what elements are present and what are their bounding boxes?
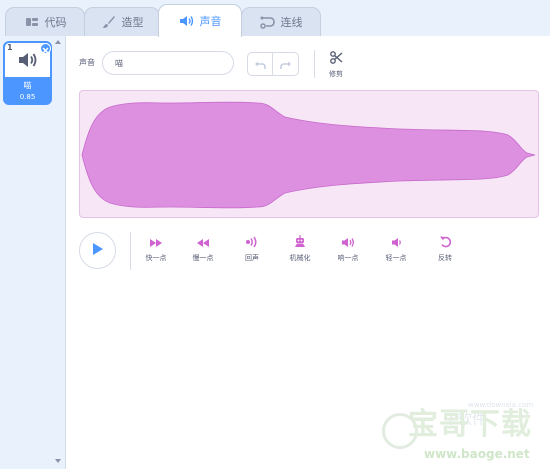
sound-name-input[interactable] (102, 51, 234, 75)
scissors-icon (329, 49, 343, 68)
tab-costumes-label: 造型 (121, 16, 144, 29)
effect-echo-button[interactable]: 回声 (234, 235, 270, 263)
sound-item-name: 喵 (23, 81, 32, 90)
delete-sound-button[interactable] (40, 43, 51, 54)
undo-button[interactable] (247, 52, 273, 76)
tab-costumes[interactable]: 造型 (84, 7, 160, 36)
effect-slower-button[interactable]: 慢一点 (185, 235, 221, 263)
robot-icon (294, 233, 306, 252)
editor-tab-bar: 代码 造型 声音 连线 (0, 0, 550, 37)
redo-button[interactable] (273, 52, 299, 76)
site-watermark: 下软件 www.downxia.com 宝哥下载 www.baoge.net (376, 399, 546, 467)
watermark-title: 宝哥下载 (408, 407, 532, 442)
effect-faster-label: 快一点 (145, 254, 167, 262)
effect-reverse-label: 反转 (438, 254, 452, 262)
effects-divider (130, 232, 131, 270)
effect-softer-button[interactable]: 轻一点 (378, 235, 414, 263)
scroll-up-arrow[interactable] (55, 40, 61, 44)
effect-faster-button[interactable]: 快一点 (138, 235, 174, 263)
sound-name-label: 声音 (79, 58, 95, 67)
watermark-url: www.baoge.net (424, 447, 530, 461)
tab-code[interactable]: 代码 (5, 7, 85, 36)
speaker-icon (18, 51, 38, 73)
redo-icon (279, 55, 292, 74)
tab-code-label: 代码 (44, 16, 67, 29)
close-icon (42, 39, 49, 58)
waveform-panel[interactable] (79, 90, 539, 218)
effect-robot-label: 机械化 (289, 254, 311, 262)
undo-icon (254, 55, 266, 74)
tab-connect[interactable]: 连线 (241, 7, 321, 36)
softer-icon (391, 233, 402, 252)
waveform (81, 101, 536, 209)
brush-icon (101, 15, 117, 29)
effect-echo-label: 回声 (245, 254, 259, 262)
trim-button[interactable]: 修剪 (324, 49, 348, 79)
louder-icon (341, 233, 355, 252)
play-button[interactable] (79, 232, 116, 269)
echo-icon (245, 233, 259, 252)
effect-robot-button[interactable]: 机械化 (282, 233, 318, 263)
slower-icon (196, 233, 210, 252)
tab-connect-label: 连线 (280, 16, 303, 29)
effect-slower-label: 慢一点 (192, 254, 214, 262)
tab-sounds-label: 声音 (199, 15, 222, 28)
sound-item-duration: 0.85 (19, 93, 36, 101)
reverse-icon (439, 233, 452, 252)
effect-softer-label: 轻一点 (385, 254, 407, 262)
trim-label: 修剪 (329, 70, 343, 78)
play-icon (92, 241, 104, 260)
sound-list: 1 喵 0.85 (0, 36, 66, 469)
link-icon (259, 15, 276, 29)
faster-icon (149, 233, 163, 252)
scroll-down-arrow[interactable] (55, 459, 61, 463)
sound-item-number: 1 (7, 43, 13, 52)
code-icon (24, 15, 40, 29)
speaker-icon (179, 14, 195, 28)
undo-redo-group (247, 52, 300, 76)
toolbar-divider (314, 50, 315, 78)
effect-louder-label: 响一点 (337, 254, 359, 262)
tab-sounds[interactable]: 声音 (158, 4, 242, 37)
effect-louder-button[interactable]: 响一点 (330, 235, 366, 263)
effect-reverse-button[interactable]: 反转 (427, 235, 463, 263)
